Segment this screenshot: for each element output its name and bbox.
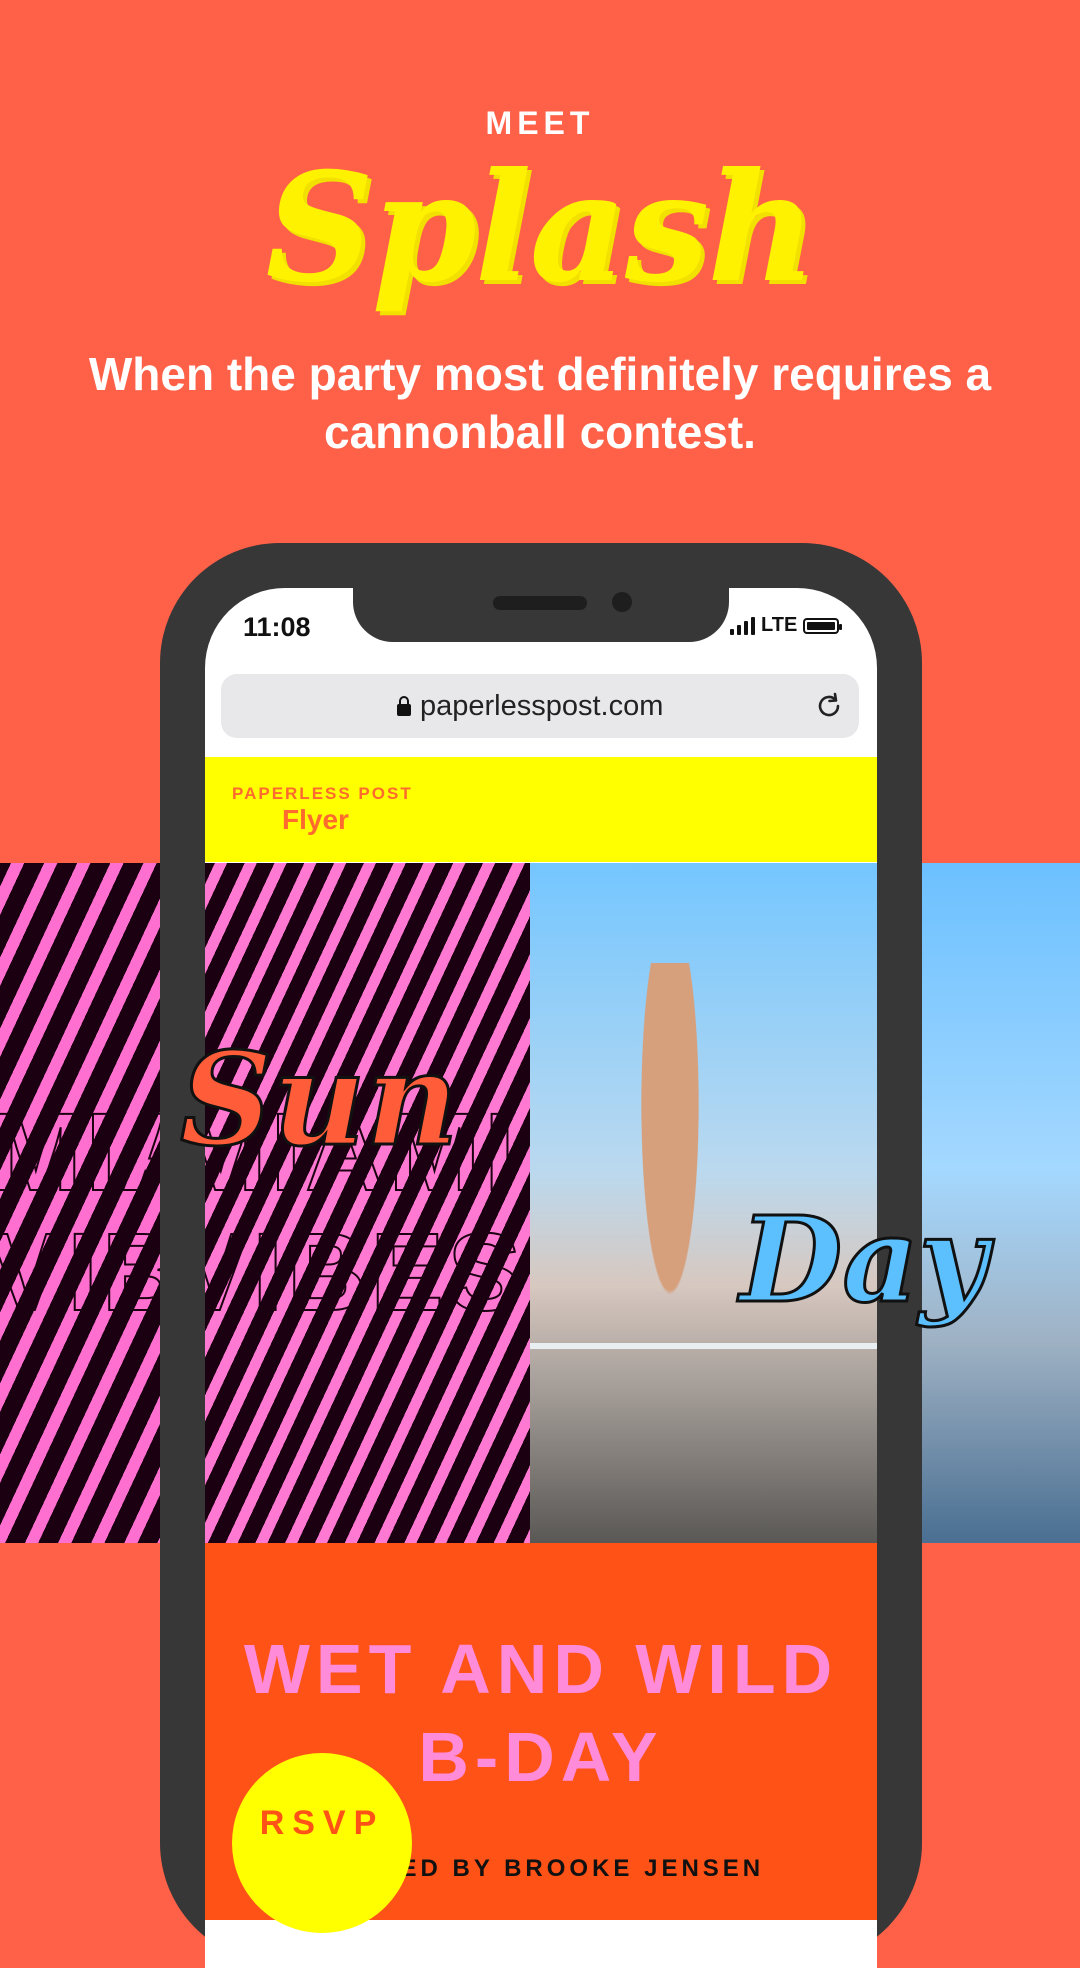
- reload-icon[interactable]: [814, 691, 844, 721]
- signal-icon: [730, 616, 755, 635]
- status-time: 11:08: [243, 612, 311, 642]
- railing: [530, 1343, 877, 1349]
- photo-title-sun: Sun: [179, 1025, 461, 1175]
- tagline: When the party most definitely requires …: [88, 348, 992, 458]
- speaker-icon: [493, 596, 587, 610]
- dancer-figure: [620, 963, 720, 1433]
- meet-label: MEET: [485, 105, 595, 141]
- splash-logo: Splash: [265, 140, 817, 316]
- camera-icon: [612, 592, 632, 612]
- lock-icon: [397, 696, 411, 716]
- battery-icon: [803, 617, 843, 634]
- rsvp-button[interactable]: RSVP: [232, 1753, 412, 1933]
- rsvp-label: RSVP: [259, 1803, 385, 1842]
- brand-flyer-label[interactable]: Flyer: [282, 804, 349, 836]
- brand-small-label[interactable]: PAPERLESS POST: [232, 784, 413, 804]
- palm-leaf-image: MIAMI VIBES: [205, 863, 530, 1543]
- url-text[interactable]: paperlesspost.com: [420, 690, 663, 723]
- photo-title-day: Day: [738, 1190, 988, 1329]
- status-indicators: LTE: [730, 614, 843, 637]
- network-label: LTE: [761, 614, 798, 636]
